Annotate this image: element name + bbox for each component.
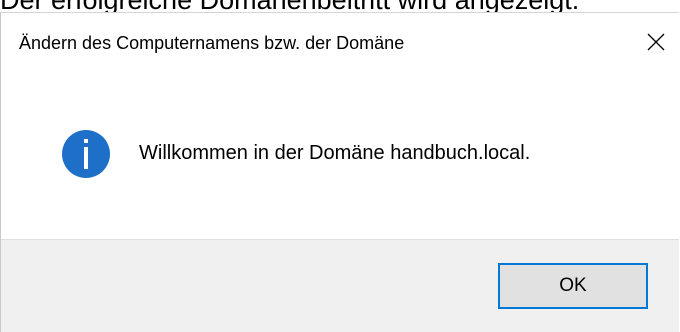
dialog-title: Ändern des Computernamens bzw. der Domän… [19, 33, 405, 53]
ok-button[interactable]: OK [498, 263, 648, 309]
dialog-content: Willkommen in der Domäne handbuch.local. [1, 75, 679, 239]
info-icon [62, 130, 110, 178]
title-bar[interactable]: Ändern des Computernamens bzw. der Domän… [1, 13, 679, 75]
dialog-message: Willkommen in der Domäne handbuch.local. [139, 142, 531, 164]
message-dialog: Ändern des Computernamens bzw. der Domän… [0, 12, 679, 332]
close-icon [647, 33, 665, 51]
close-button[interactable] [633, 13, 679, 71]
dialog-footer: OK [1, 239, 679, 332]
screenshot: Der erfolgreiche Domänenbeitritt wird an… [0, 0, 680, 332]
